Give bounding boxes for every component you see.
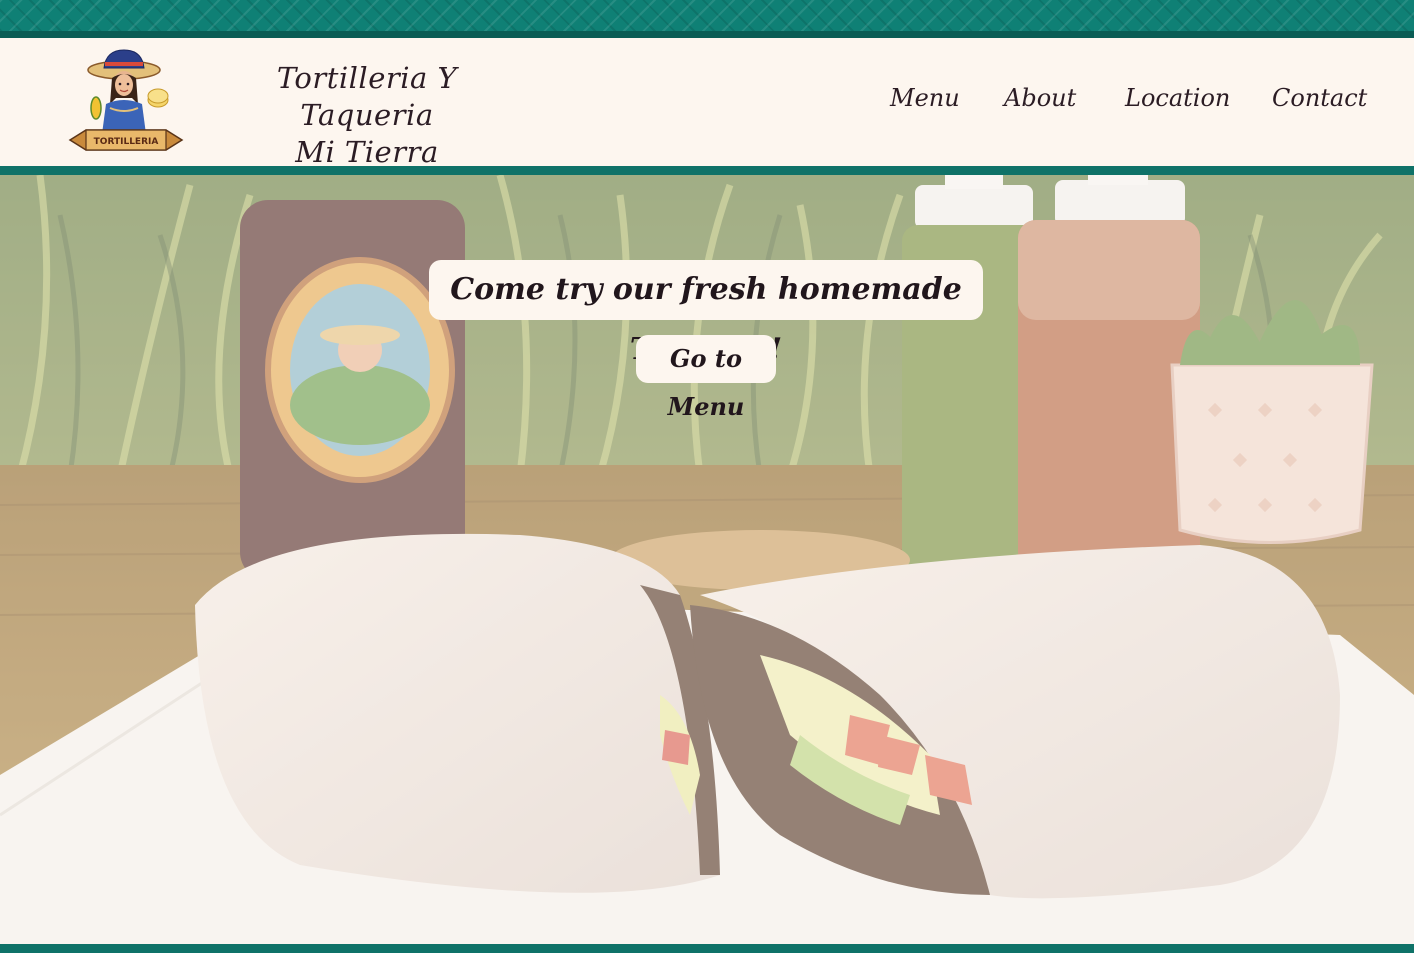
brand-title[interactable]: Tortilleria Y Taqueria Mi Tierra: [222, 60, 512, 171]
page: TORTILLERIA Tortilleria Y Taqueria Mi Ti…: [0, 0, 1414, 953]
nav-link-about[interactable]: About: [1004, 84, 1076, 112]
logo-image[interactable]: TORTILLERIA: [66, 48, 186, 160]
go-to-menu-button[interactable]: Go to Menu: [636, 335, 776, 421]
top-band-border: [0, 31, 1414, 38]
hero-section: Come try our fresh homemade Tortillas! G…: [0, 175, 1414, 944]
brand-title-line1: Tortilleria Y Taqueria: [276, 61, 458, 132]
nav-link-contact[interactable]: Contact: [1272, 84, 1367, 112]
header-border: [0, 166, 1414, 175]
nav-link-menu[interactable]: Menu: [890, 84, 960, 112]
decorative-top-band: [0, 0, 1414, 31]
svg-text:TORTILLERIA: TORTILLERIA: [94, 137, 159, 147]
site-header: TORTILLERIA Tortilleria Y Taqueria Mi Ti…: [0, 38, 1414, 169]
hero-tagline: Come try our fresh homemade Tortillas!: [429, 260, 983, 367]
nav-link-location[interactable]: Location: [1125, 84, 1230, 112]
footer-border: [0, 944, 1414, 953]
